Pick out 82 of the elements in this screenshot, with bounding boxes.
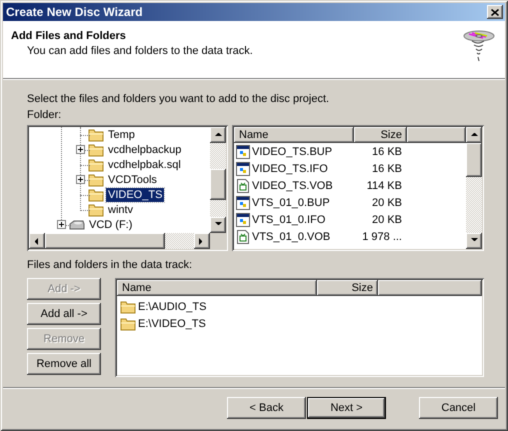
folder-icon: [120, 316, 136, 330]
vertical-scrollbar[interactable]: [210, 127, 226, 233]
file-name: VTS_01_0.BUP: [252, 196, 330, 208]
column-header[interactable]: Size: [354, 127, 407, 143]
file-row[interactable]: VIDEO_TS.VOB 114 KB: [234, 177, 466, 194]
file-row[interactable]: VTS_01_0.BUP 20 KB: [234, 194, 466, 211]
page-heading: Add Files and Folders: [11, 30, 127, 42]
scrollbar-corner: [210, 233, 226, 249]
folder-label: Folder:: [27, 108, 62, 123]
folder-icon: [88, 172, 104, 186]
window-title: Create New Disc Wizard: [6, 5, 143, 19]
nav-button[interactable]: Cancel: [419, 397, 498, 419]
folder-icon: [120, 300, 136, 314]
scroll-up-button[interactable]: [210, 127, 226, 143]
tree-item[interactable]: vcdhelpbackup: [29, 142, 210, 157]
file-size: 16 KB: [371, 146, 403, 158]
scroll-left-button[interactable]: [29, 233, 45, 249]
column-header[interactable]: Size: [317, 280, 378, 296]
tree-item[interactable]: vcdhelpbak.sql: [29, 157, 210, 172]
scroll-thumb[interactable]: [45, 233, 165, 249]
tree-item[interactable]: wintv: [29, 202, 210, 217]
data-track-row[interactable]: E:\AUDIO_TS: [117, 298, 482, 315]
folder-icon: [88, 142, 104, 156]
tree-item[interactable]: Temp: [29, 127, 210, 142]
file-name: VTS_01_0.VOB: [252, 230, 330, 242]
file-name: VIDEO_TS.BUP: [252, 146, 332, 158]
drive-icon: [69, 218, 85, 230]
disc-tornado-icon: [463, 30, 495, 64]
file-row[interactable]: VTS_01_0.VOB 1 978 ...: [234, 228, 466, 245]
action-button[interactable]: Remove all: [27, 353, 101, 375]
horizontal-scrollbar[interactable]: [29, 233, 210, 249]
data-track-label: Files and folders in the data track:: [27, 258, 194, 273]
file-name: VIDEO_TS.IFO: [252, 162, 328, 174]
action-button[interactable]: Add all ->: [27, 303, 101, 325]
file-size: 1 978 ...: [361, 230, 403, 242]
window-file-icon: [236, 196, 250, 210]
file-name: VIDEO_TS.VOB: [252, 180, 333, 192]
file-size: 20 KB: [371, 196, 403, 208]
scroll-right-button[interactable]: [194, 233, 210, 249]
column-header-blank: [407, 127, 466, 143]
data-track-row[interactable]: E:\VIDEO_TS: [117, 315, 482, 332]
scroll-up-button[interactable]: [466, 127, 482, 143]
column-header[interactable]: Name: [117, 280, 317, 296]
folder-icon: [88, 188, 104, 202]
file-size: 16 KB: [371, 162, 403, 174]
item-path: E:\VIDEO_TS: [138, 318, 206, 330]
expand-icon[interactable]: [57, 220, 66, 229]
folder-icon: [88, 202, 104, 216]
folder-icon: [88, 128, 104, 142]
file-row[interactable]: VIDEO_TS.IFO 16 KB: [234, 160, 466, 177]
tree-item[interactable]: VIDEO_TS: [29, 187, 210, 202]
instruction-text: Select the files and folders you want to add to the disc project.: [27, 92, 330, 107]
close-icon: [491, 8, 499, 16]
video-file-icon: [236, 230, 250, 244]
left-arrow-icon: [34, 238, 40, 244]
close-button[interactable]: [487, 5, 503, 19]
file-size: 114 KB: [366, 180, 403, 192]
file-row[interactable]: VTS_01_0.IFO 20 KB: [234, 211, 466, 228]
item-path: E:\AUDIO_TS: [138, 300, 206, 312]
window-file-icon: [236, 162, 250, 176]
scroll-thumb[interactable]: [466, 143, 482, 177]
page-description: You can add files and folders to the data track.: [26, 45, 253, 57]
scroll-down-button[interactable]: [210, 217, 226, 233]
column-header[interactable]: Name: [234, 127, 354, 143]
expand-icon[interactable]: [76, 145, 85, 154]
folder-icon: [88, 158, 104, 172]
nav-button[interactable]: Next >: [307, 397, 386, 419]
file-row[interactable]: VIDEO_TS.BUP 16 KB: [234, 143, 466, 160]
up-arrow-icon: [214, 132, 222, 138]
window-file-icon: [236, 212, 250, 226]
vertical-scrollbar[interactable]: [466, 127, 482, 249]
window-file-icon: [236, 144, 250, 158]
nav-button[interactable]: < Back: [227, 397, 306, 419]
file-size: 20 KB: [371, 214, 403, 226]
tree-item[interactable]: VCDTools: [29, 172, 210, 187]
video-file-icon: [236, 178, 250, 192]
scroll-down-button[interactable]: [466, 233, 482, 249]
up-arrow-icon: [470, 132, 478, 138]
tree-item[interactable]: VCD (F:): [29, 217, 210, 232]
expand-icon[interactable]: [76, 175, 85, 184]
file-name: VTS_01_0.IFO: [252, 214, 326, 226]
scroll-thumb[interactable]: [210, 169, 226, 200]
